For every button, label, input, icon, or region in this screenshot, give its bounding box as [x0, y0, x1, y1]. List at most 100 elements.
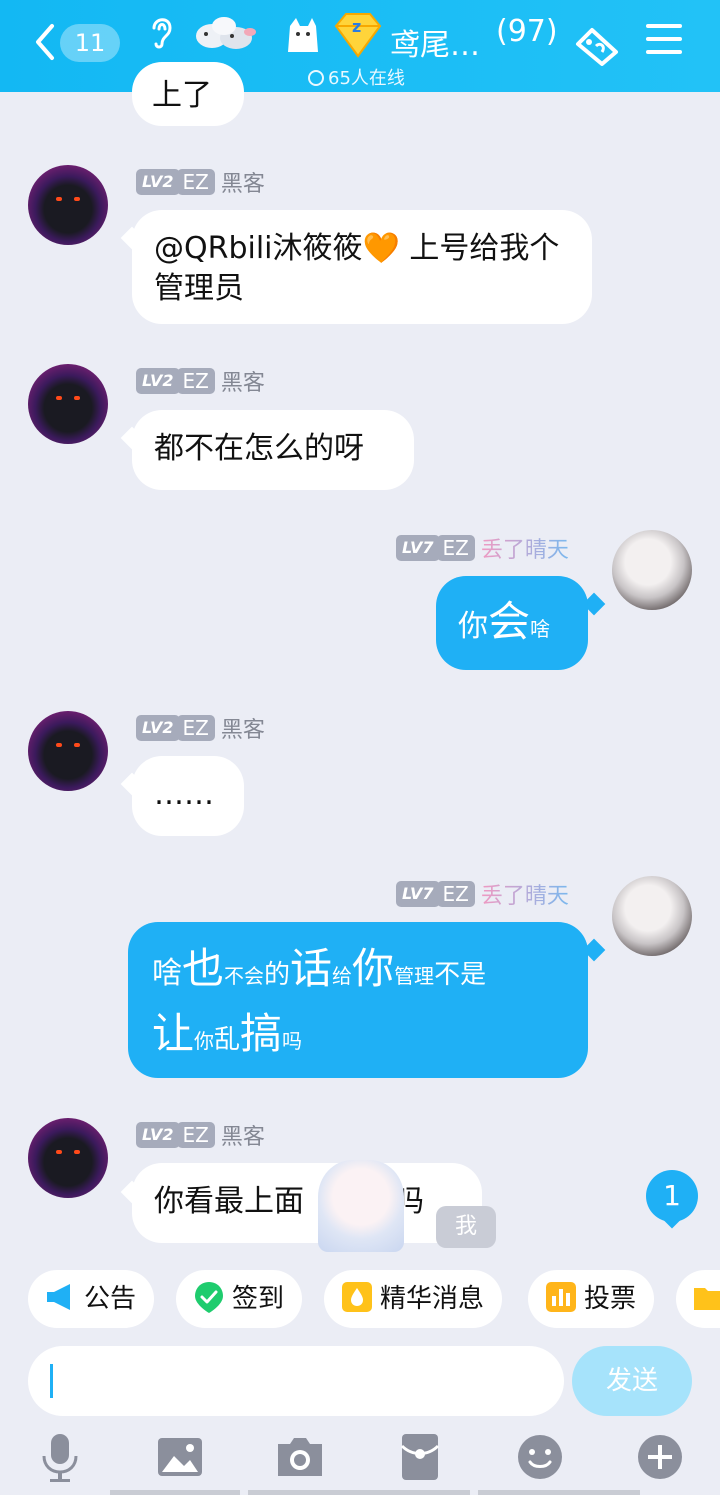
- menu-icon[interactable]: [646, 24, 682, 58]
- message-text-part: 啥: [152, 956, 182, 991]
- new-message-badge[interactable]: 1: [646, 1170, 698, 1222]
- sender-name[interactable]: LV2 EZ 黑客: [136, 365, 265, 397]
- level-badge: LV2: [136, 715, 180, 741]
- message-text-part: 话: [290, 944, 333, 993]
- camera-icon[interactable]: [276, 1430, 324, 1484]
- level-badge: LV2: [136, 368, 180, 394]
- message-text-part: 吗: [282, 1029, 303, 1053]
- vote-icon: [546, 1281, 576, 1312]
- level-badge: LV7: [396, 881, 440, 907]
- level-badge: LV2: [136, 169, 180, 195]
- message-text-part: 管理: [394, 964, 435, 988]
- member-count[interactable]: (97): [496, 14, 558, 49]
- message-text: ……: [154, 777, 214, 812]
- unread-count-badge[interactable]: 11: [60, 24, 120, 62]
- level-badge: LV2: [136, 1122, 180, 1148]
- nickname: 丢了晴天: [480, 538, 569, 563]
- message-text-part: 不会: [224, 964, 265, 988]
- mic-icon[interactable]: [36, 1430, 84, 1484]
- emoji-icon[interactable]: [516, 1430, 564, 1484]
- nickname: 黑客: [220, 172, 265, 197]
- title-tag: EZ: [176, 1122, 215, 1148]
- message-bubble[interactable]: 你看最上面息吗: [132, 1163, 482, 1243]
- quick-action-vote[interactable]: 投票: [528, 1270, 655, 1328]
- red-packet-icon[interactable]: [396, 1430, 444, 1484]
- online-status[interactable]: 65人在线: [308, 64, 405, 90]
- folder-icon: [694, 1287, 720, 1310]
- sender-name[interactable]: LV2 EZ 黑客: [136, 1119, 265, 1151]
- plus-icon[interactable]: [636, 1430, 684, 1484]
- avatar[interactable]: [28, 711, 108, 791]
- avatar[interactable]: [28, 1118, 108, 1198]
- message-text-part: 不是: [434, 960, 487, 990]
- title-tag: EZ: [176, 715, 215, 741]
- quick-action-label: 精华消息: [380, 1284, 485, 1314]
- bottom-divider: [110, 1490, 240, 1495]
- message-text-part: 也: [182, 944, 225, 993]
- essence-icon: [342, 1281, 372, 1312]
- message-text-part: 你: [352, 944, 395, 993]
- quick-action-file[interactable]: [676, 1270, 720, 1328]
- me-label[interactable]: 我: [436, 1206, 496, 1248]
- message-text-part: 的: [264, 960, 291, 990]
- anime-girl-sticker[interactable]: [318, 1160, 404, 1252]
- avatar[interactable]: [28, 364, 108, 444]
- sender-name[interactable]: LV2 EZ 黑客: [136, 166, 265, 198]
- megaphone-icon: [47, 1283, 70, 1310]
- quick-action-announcement[interactable]: 公告: [28, 1270, 155, 1328]
- message-text: 都不在怎么的呀: [154, 431, 364, 466]
- message-bubble[interactable]: 啥也不会的话给你管理不是 让你乱搞吗: [128, 922, 588, 1078]
- text-caret: [50, 1364, 53, 1398]
- quick-action-label: 公告: [84, 1284, 137, 1314]
- send-button[interactable]: 发送: [572, 1346, 692, 1416]
- message-bubble[interactable]: 都不在怎么的呀: [132, 410, 414, 490]
- message-bubble[interactable]: 上了: [132, 62, 244, 126]
- nickname: 黑客: [220, 1125, 265, 1150]
- sender-name[interactable]: LV2 EZ 黑客: [136, 712, 265, 744]
- message-text-part: 会: [488, 597, 531, 646]
- message-bubble[interactable]: ……: [132, 756, 244, 836]
- title-tag: EZ: [176, 169, 215, 195]
- message-text-part: 你: [458, 609, 488, 644]
- cat-sticker-icon: [288, 18, 318, 52]
- avatar[interactable]: [28, 165, 108, 245]
- message-bubble[interactable]: 你会啥: [436, 576, 588, 670]
- message-text-part: 你看最上面: [154, 1184, 304, 1219]
- image-icon[interactable]: [156, 1430, 204, 1484]
- message-text-part: 给: [332, 964, 353, 988]
- avatar[interactable]: [612, 530, 692, 610]
- bottom-divider: [478, 1490, 640, 1495]
- sender-name[interactable]: LV7 EZ 丢了晴天: [396, 532, 569, 564]
- ear-icon[interactable]: [148, 14, 176, 50]
- message-bubble[interactable]: @QRbili沐筱筱🧡 上号给我个管理员: [132, 210, 592, 324]
- online-chevron-icon: [308, 70, 324, 86]
- nickname: 丢了晴天: [480, 884, 569, 909]
- message-text-part: 让: [152, 1009, 195, 1058]
- title-tag: EZ: [436, 881, 475, 907]
- back-arrow-icon[interactable]: [30, 22, 60, 62]
- level-badge: LV7: [396, 535, 440, 561]
- avatar[interactable]: [612, 876, 692, 956]
- quick-action-checkin[interactable]: 签到: [176, 1270, 303, 1328]
- message-text: @QRbili沐筱筱🧡 上号给我个管理员: [154, 231, 560, 306]
- sender-name[interactable]: LV7 EZ 丢了晴天: [396, 878, 569, 910]
- message-text: 上了: [152, 78, 212, 113]
- message-text-part: 你: [194, 1029, 215, 1053]
- online-text: 65人在线: [328, 68, 405, 89]
- title-tag: EZ: [176, 368, 215, 394]
- message-text-part: 啥: [530, 617, 551, 641]
- bottom-divider: [248, 1490, 470, 1495]
- quick-action-essence[interactable]: 精华消息: [324, 1270, 503, 1328]
- svg-text:z: z: [352, 17, 361, 36]
- nickname: 黑客: [220, 371, 265, 396]
- quick-action-label: 投票: [584, 1284, 637, 1314]
- group-link-icon[interactable]: [572, 22, 622, 66]
- message-text-part: 搞: [240, 1009, 283, 1058]
- quick-action-label: 签到: [232, 1284, 285, 1314]
- message-text: 你看最上面息吗: [154, 1182, 460, 1222]
- nickname: 黑客: [220, 718, 265, 743]
- checkin-icon: [195, 1281, 223, 1313]
- vip-diamond-icon: z: [334, 13, 382, 58]
- group-title[interactable]: 鸢尾…: [390, 20, 480, 64]
- message-input[interactable]: [28, 1346, 564, 1416]
